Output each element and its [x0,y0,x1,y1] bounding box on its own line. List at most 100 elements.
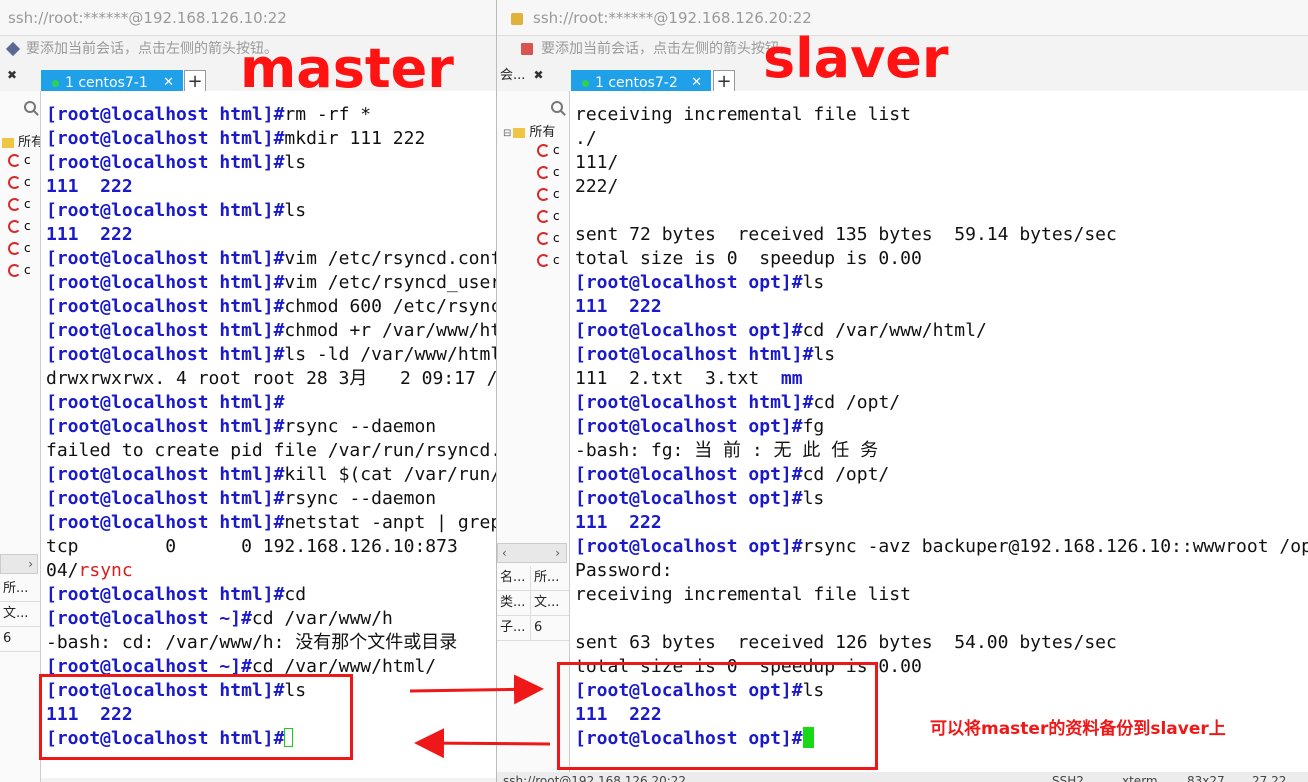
terminal-line: [root@localhost html]#cd /opt/ [575,391,1308,415]
folder-icon [2,137,14,148]
prop-value: 文... [534,595,560,610]
terminal-line: 111 2.txt 3.txt mm [575,367,1308,391]
shell-prompt: [root@localhost html]# [46,128,285,149]
expand-icon[interactable]: ⊟ [503,128,511,139]
session-item[interactable]: c [8,263,31,277]
status-address: ssh://root@192.168.126.20:22 [503,774,687,782]
directory-name: mm [780,368,803,389]
session-item[interactable]: c [8,197,31,211]
session-panel-tab[interactable]: 会... ✖ [497,62,544,88]
terminal-line: -bash: fg: 当 前 : 无 此 任 务 [575,439,1308,463]
session-item[interactable]: c [8,241,31,255]
session-icon [537,232,550,245]
terminal-line: sent 72 bytes received 135 bytes 59.14 b… [575,223,1308,247]
shell-prompt: [root@localhost ~]# [46,608,252,629]
prop-row: 所... [0,577,40,602]
session-item[interactable]: c [537,143,560,157]
terminal-line: failed to create pid file /var/run/rsync… [46,439,496,463]
search-icon[interactable] [24,101,36,113]
prop-row: 文... [0,602,40,627]
prop-value: 所... [534,570,560,585]
prop-row: 6 [0,627,40,652]
session-item[interactable]: c [8,175,31,189]
session-icon [8,220,21,233]
session-label: c [553,253,560,267]
property-panel: 所... 文... 6 [0,577,40,652]
output-text: 111/ [575,152,619,173]
chevron-right-icon[interactable]: › [28,555,37,573]
add-session-arrow-icon[interactable] [521,43,533,55]
session-icon [8,176,21,189]
address-bar[interactable]: ssh://root:******@192.168.126.10:22 [0,0,496,36]
status-term: xterm [1122,774,1158,782]
shell-prompt: [root@localhost html]# [46,104,285,125]
terminal-line: 111 222 [575,295,1308,319]
prop-name: 子... [497,616,531,640]
terminal-line: sent 63 bytes received 126 bytes 54.00 b… [575,631,1308,655]
shell-prompt: [root@localhost html]# [575,392,814,413]
output-text: total size is 0 speedup is 0.00 [575,248,922,269]
session-item[interactable]: c [8,219,31,233]
add-session-arrow-icon[interactable] [5,41,21,57]
output-text: 04/ [46,560,79,581]
terminal-line: [root@localhost html]#rsync --daemon [46,487,496,511]
sidebar-scrollbar[interactable]: › [0,554,38,574]
shell-command: ls [284,200,307,221]
terminal-line: [root@localhost html]#ls -ld /var/www/ht… [46,343,496,367]
session-item[interactable]: c [8,153,31,167]
shell-command: fg [802,416,825,437]
terminal-line: [root@localhost html]#vim /etc/rsyncd_us… [46,271,496,295]
shell-command: mkdir 111 222 [284,128,426,149]
terminal-line: receiving incremental file list [575,103,1308,127]
terminal-line: [root@localhost html]#chmod 600 /etc/rsy… [46,295,496,319]
session-item[interactable]: c [537,165,560,179]
output-text: -bash: fg: 当 前 : 无 此 任 务 [575,440,879,461]
terminal-line: 222/ [575,175,1308,199]
prop-name: 所... [3,581,29,596]
terminal-line: [root@localhost opt]#cd /opt/ [575,463,1308,487]
shell-command: chmod +r /var/www/html/ [284,320,496,341]
shell-command: cd /opt/ [802,464,890,485]
session-icon [537,144,550,157]
terminal-line: [root@localhost opt]#ls [575,271,1308,295]
session-item[interactable]: c [537,231,560,245]
hint-text: 要添加当前会话，点击左侧的箭头按钮。 [541,41,793,57]
shell-command: kill $(cat /var/run/rsyncd.pid) [284,464,496,485]
pin-icon[interactable]: ✖ [7,62,17,88]
session-panel-tab[interactable]: ✖ [0,62,17,88]
chevron-right-icon[interactable]: › [555,544,566,562]
folder-all[interactable]: ⊟ 所有 [503,121,555,140]
terminal-line: 111 222 [46,223,496,247]
pin-icon[interactable]: ✖ [534,62,544,88]
terminal-line: Password: [575,559,1308,583]
session-item[interactable]: c [537,209,560,223]
chevron-left-icon[interactable]: ‹ [498,546,507,560]
folder-all[interactable]: 所有 [2,131,40,150]
terminal-line: drwxrwxrwx. 4 root root 28 3月 2 09:17 /v… [46,367,496,391]
session-item[interactable]: c [537,187,560,201]
shell-prompt: [root@localhost opt]# [575,320,803,341]
shell-command: ls -ld /var/www/html/ [284,344,496,365]
status-bar: ssh://root@192.168.126.20:22 SSH2 xterm … [497,772,1308,782]
master-annotation-label: master [240,37,454,100]
sidebar-scrollbar[interactable]: ‹ › [497,543,567,563]
search-icon[interactable] [551,101,563,113]
terminal-line: [root@localhost opt]#rsync -avz backuper… [575,535,1308,559]
output-text: failed to create pid file /var/run/rsync… [46,440,496,461]
status-protocol: SSH2 [1052,774,1084,782]
shell-prompt: [root@localhost html]# [46,272,285,293]
shell-prompt: [root@localhost html]# [46,416,285,437]
session-icon [8,242,21,255]
terminal-line: [root@localhost html]#chmod +r /var/www/… [46,319,496,343]
prop-value: 6 [534,620,543,635]
output-text: tcp 0 0 192.168.126.10:873 0.0.0.0:* LIS… [46,536,458,557]
prop-name: 名... [497,566,531,590]
shell-prompt: [root@localhost opt]# [575,536,803,557]
session-item[interactable]: c [537,253,560,267]
shell-prompt: [root@localhost html]# [46,464,285,485]
session-label: c [553,165,560,179]
shell-prompt: [root@localhost html]# [46,320,285,341]
prop-row: 类... 文... [497,591,569,616]
shell-prompt: [root@localhost html]# [46,248,285,269]
